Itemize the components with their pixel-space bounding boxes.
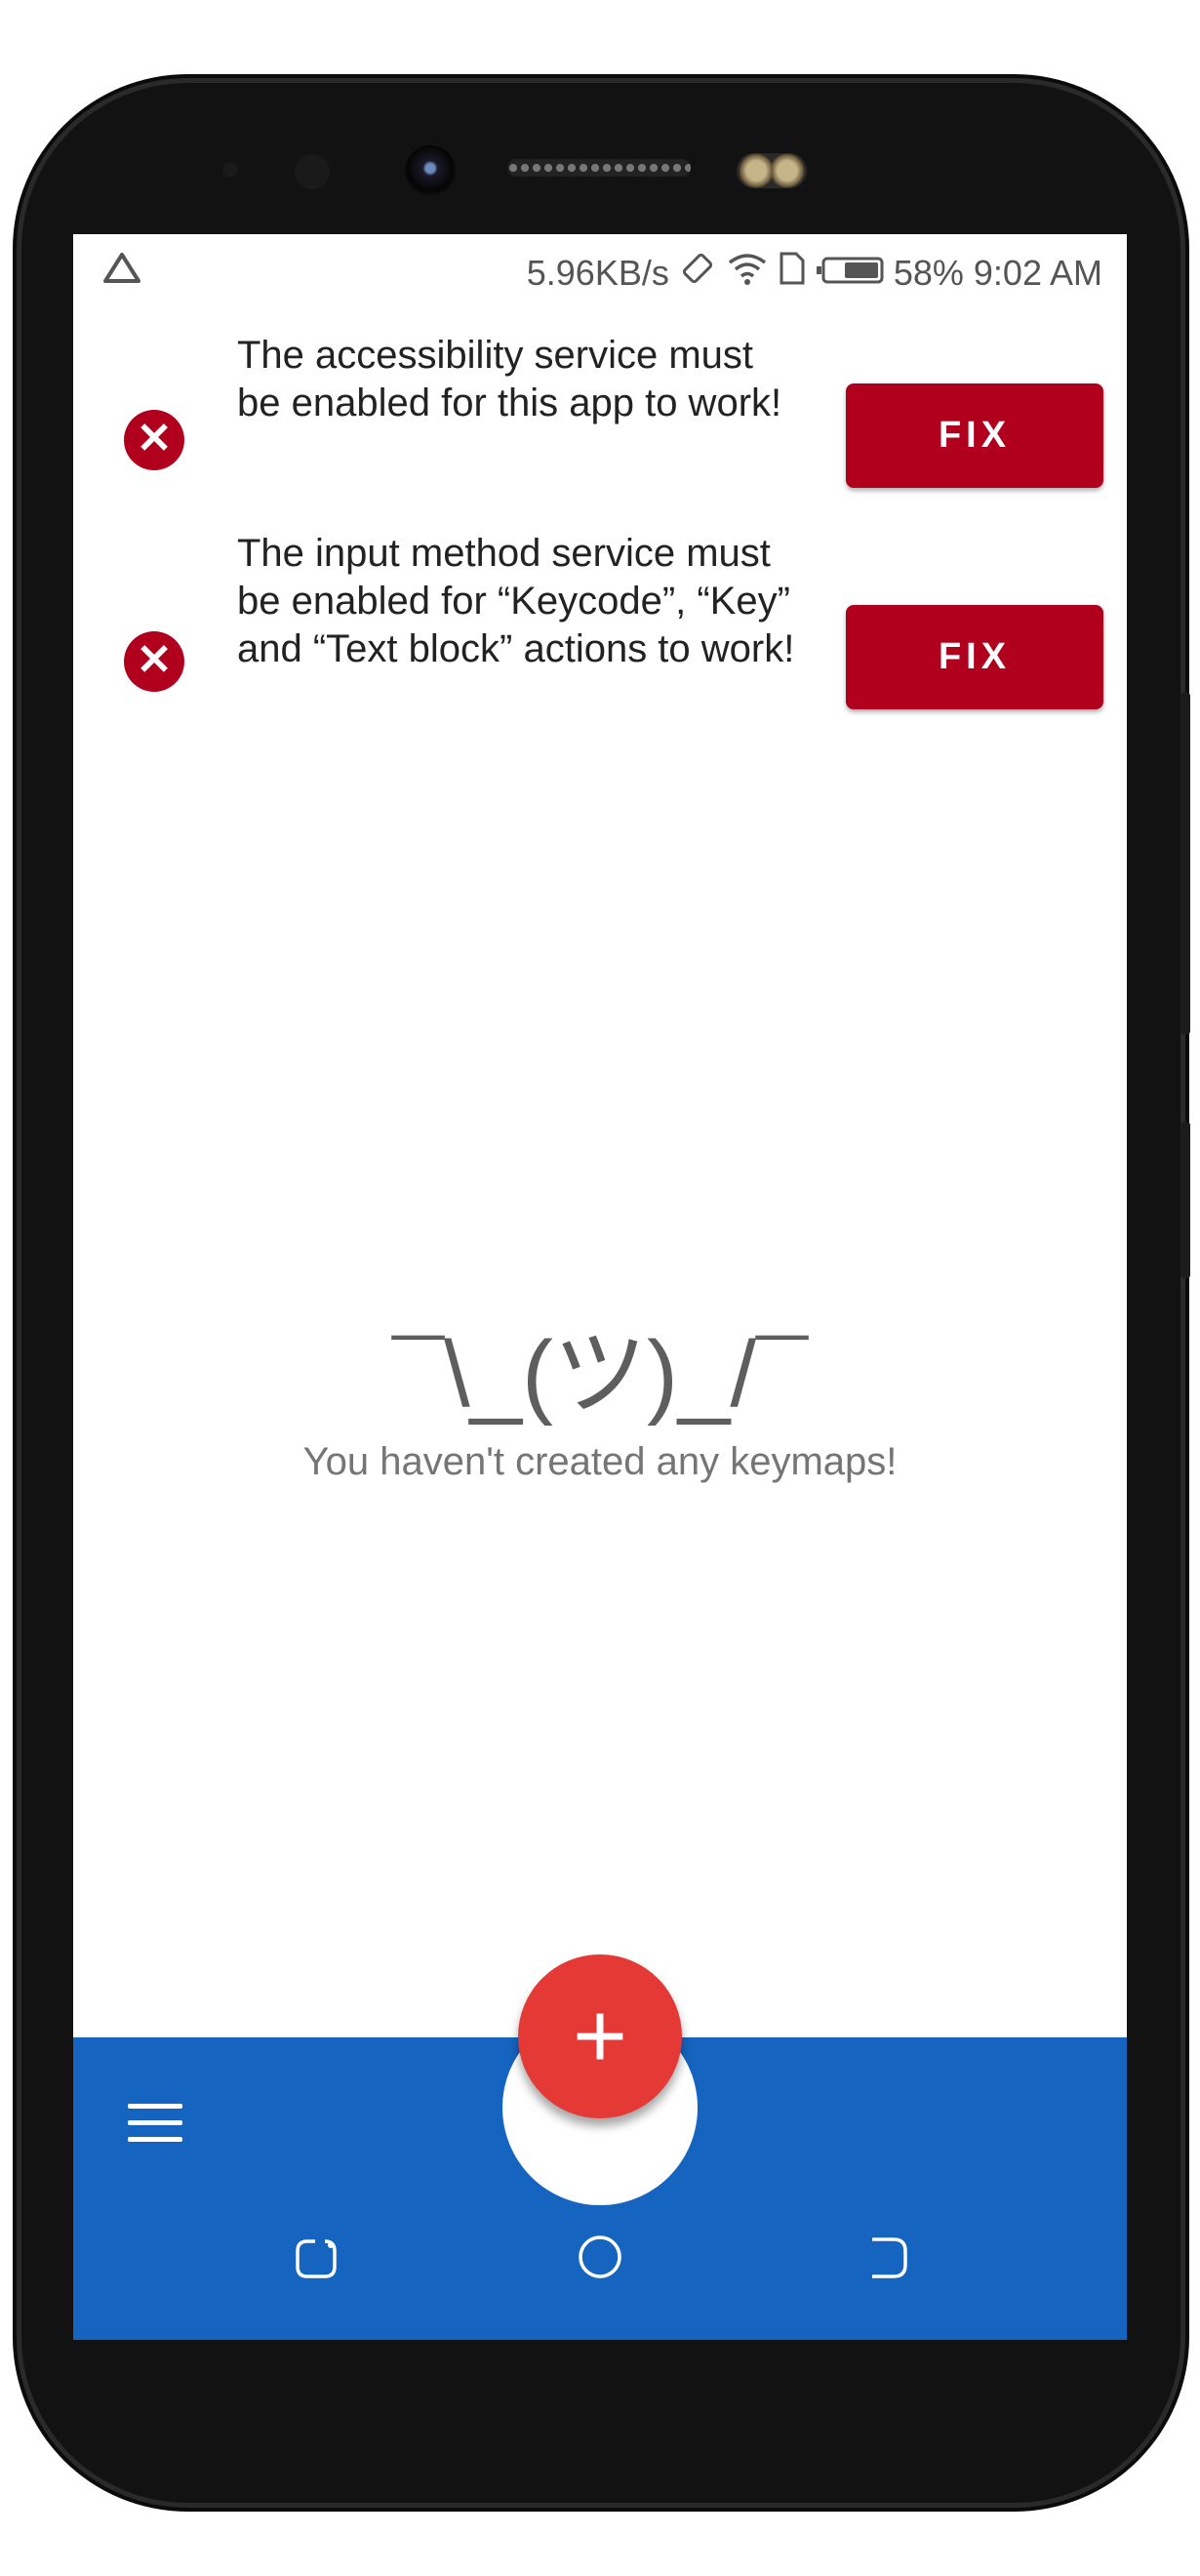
network-speed: 5.96KB/s [526,252,669,293]
home-icon[interactable] [571,2228,629,2286]
input-method-warning: ✕ The input method service must be enabl… [73,530,1127,725]
shrug-emoticon: ¯\_(ツ)_/¯ [391,1322,809,1427]
battery-icon [816,253,884,294]
add-keymap-button[interactable]: + [518,1954,682,2118]
volume-button [1180,693,1190,1034]
menu-icon[interactable] [128,2104,182,2143]
accessibility-warning: ✕ The accessibility service must be enab… [73,332,1127,488]
rotate-icon [679,250,716,296]
wifi-icon [726,251,769,295]
recents-icon[interactable] [286,2228,344,2286]
front-flash-icon [737,153,807,188]
clock: 9:02 AM [973,252,1102,293]
error-icon: ✕ [124,631,184,692]
fix-input-method-button[interactable]: FIX [846,605,1103,709]
back-icon[interactable] [859,2228,917,2286]
status-icons: 5.96KB/s 58% 9:02 AM [527,250,1102,296]
status-bar: 5.96KB/s 58% 9:02 AM [73,234,1127,304]
app-notification-icon [102,252,141,294]
fix-accessibility-button[interactable]: FIX [846,383,1103,488]
sim-icon [779,251,806,295]
front-camera-icon [405,145,456,196]
sensor-icon [222,162,238,178]
warning-message: The accessibility service must be enable… [237,334,782,424]
proximity-sensor-icon [295,154,330,189]
earpiece-speaker [507,159,691,177]
battery-percent: 58% [893,252,964,293]
warning-message: The input method service must be enabled… [237,532,795,670]
error-icon: ✕ [124,410,184,470]
empty-state-message: You haven't created any keymaps! [302,1440,898,1483]
power-button [1180,1122,1190,1278]
app-screen: 5.96KB/s 58% 9:02 AM ✕ The accessibility… [73,234,1127,2340]
